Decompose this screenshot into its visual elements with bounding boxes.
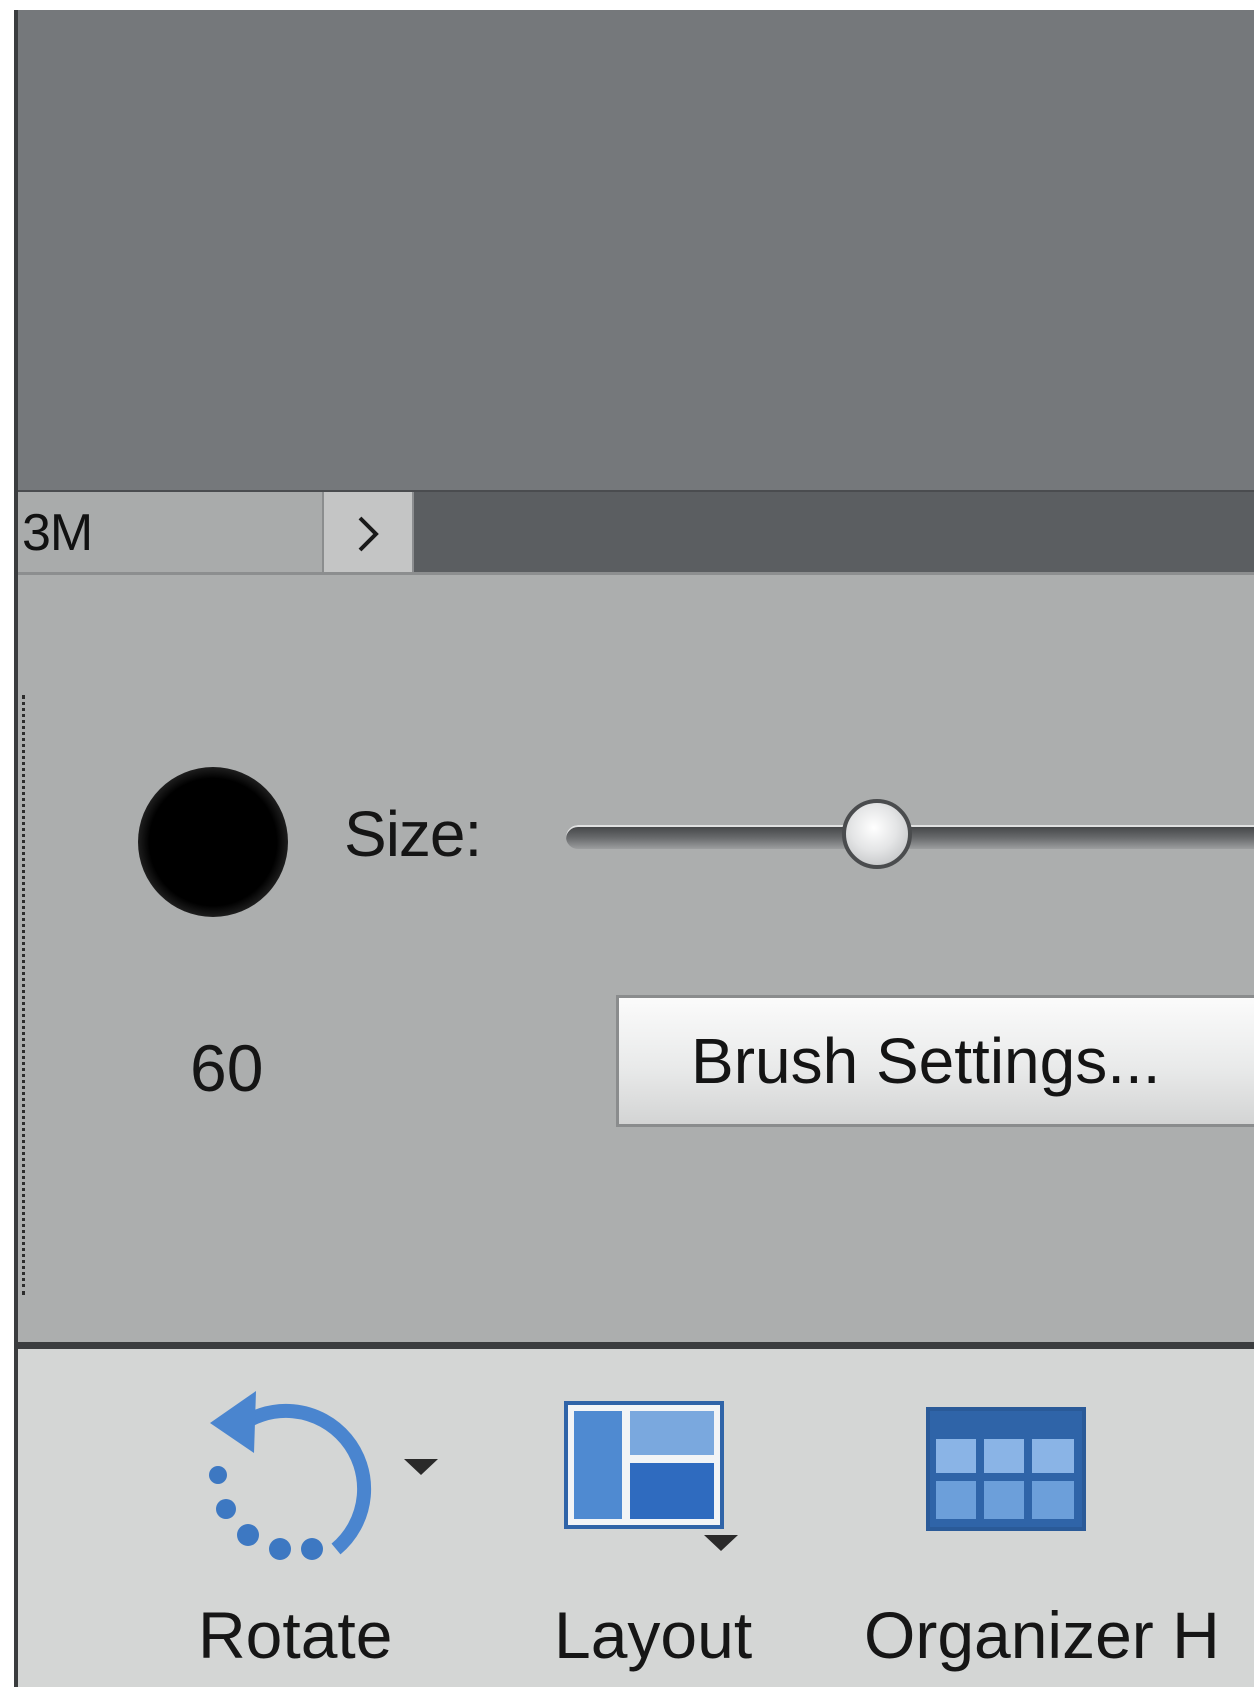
organizer-button[interactable]: Organizer H [848,1349,1254,1687]
organizer-icon [926,1407,1086,1531]
layout-icon [564,1401,724,1529]
brush-size-value: 60 [190,1031,264,1105]
layout-label: Layout [554,1598,753,1672]
chevron-down-icon[interactable] [404,1457,438,1477]
panel-dotted-border [22,695,25,1295]
tool-options-panel: Size: 60 Brush Settings... [18,572,1254,1342]
app-window: 3M Size: 60 Brush Settings... Rotate Lay… [0,0,1254,1687]
chevron-down-icon[interactable] [704,1533,738,1553]
bottom-taskbar: Rotate Layout Organizer H [18,1342,1254,1687]
layout-button[interactable]: Layout [518,1349,818,1687]
rotate-icon [209,1391,372,1560]
rotate-label: Rotate [198,1598,393,1672]
document-size-readout: 3M [18,492,324,574]
size-slider-thumb[interactable] [842,799,912,869]
chevron-right-icon [358,516,379,552]
size-label: Size: [344,798,482,870]
status-expand-button[interactable] [324,492,414,574]
image-canvas[interactable] [18,10,1254,490]
organizer-label: Organizer H [864,1598,1220,1672]
brush-preview-icon[interactable] [138,767,288,917]
rotate-button[interactable]: Rotate [168,1349,468,1687]
brush-settings-button[interactable]: Brush Settings... [616,995,1254,1127]
status-bar: 3M [18,490,1254,574]
